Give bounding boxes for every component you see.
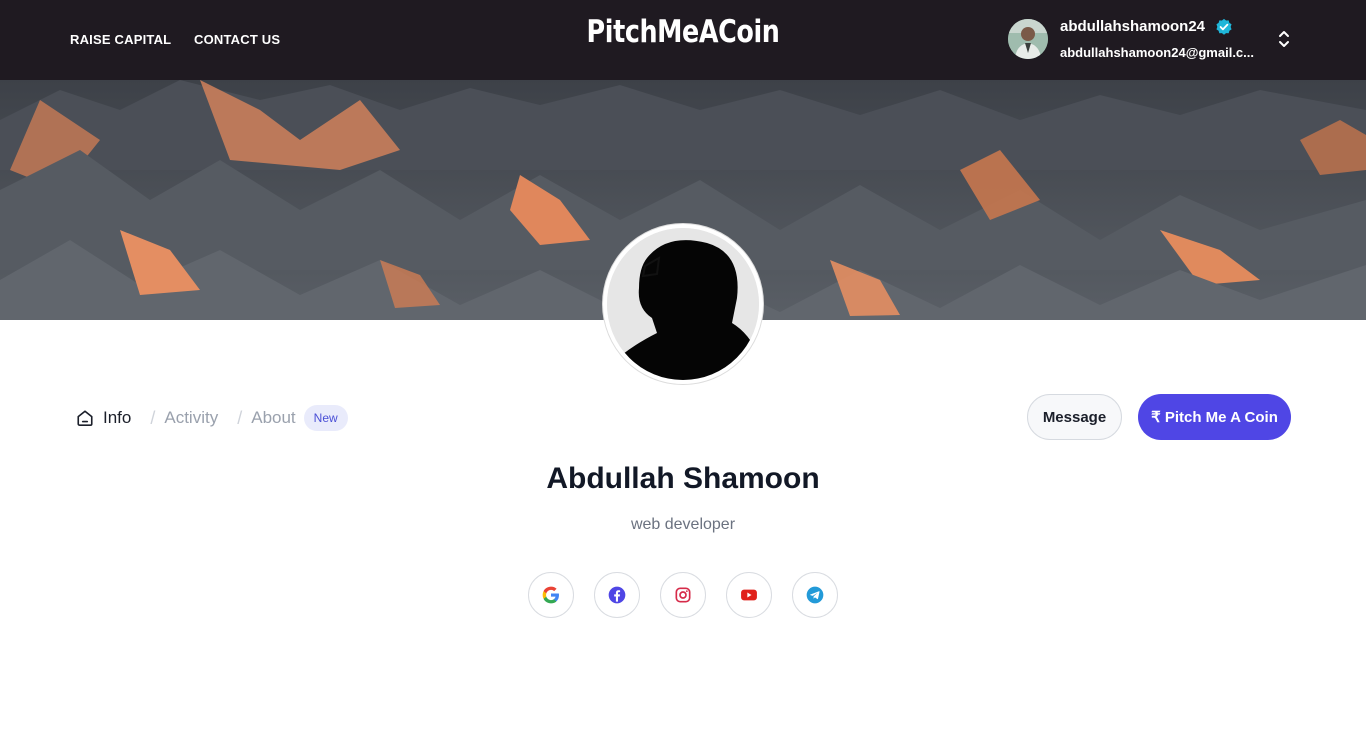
tab-separator: / — [237, 407, 243, 428]
message-button[interactable]: Message — [1027, 394, 1122, 440]
instagram-link-button[interactable] — [660, 572, 706, 618]
profile-photo — [603, 224, 763, 384]
tab-activity[interactable]: Activity — [164, 408, 218, 428]
chevron-up-down-icon[interactable] — [1274, 28, 1294, 50]
facebook-link-button[interactable] — [594, 572, 640, 618]
user-name: abdullahshamoon24 — [1060, 18, 1206, 35]
tab-about[interactable]: About New — [251, 405, 348, 431]
top-navbar: RAISE CAPITAL CONTACT US PitchMeACoin ab… — [0, 0, 1366, 80]
verified-badge-icon — [1216, 18, 1232, 35]
youtube-icon — [741, 589, 757, 601]
tab-activity-label: Activity — [164, 408, 219, 427]
telegram-icon — [806, 586, 824, 604]
google-link-button[interactable] — [528, 572, 574, 618]
tab-info[interactable]: Info — [76, 408, 131, 428]
user-email: abdullahshamoon24@gmail.c... — [1060, 45, 1254, 60]
instagram-icon — [675, 587, 691, 603]
tab-info-label: Info — [103, 408, 132, 427]
facebook-icon — [608, 586, 626, 604]
telegram-link-button[interactable] — [792, 572, 838, 618]
profile-role: web developer — [630, 516, 736, 533]
profile-name: Abdullah Shamoon — [546, 462, 820, 495]
tab-separator: / — [150, 407, 156, 428]
google-icon — [542, 586, 559, 604]
youtube-link-button[interactable] — [726, 572, 772, 618]
social-links — [528, 572, 838, 618]
tab-about-label: About — [251, 408, 296, 427]
user-avatar[interactable] — [1008, 19, 1048, 59]
pitch-me-a-coin-button[interactable]: ₹ Pitch Me A Coin — [1138, 394, 1291, 440]
profile-tabs: Info / Activity / About New — [76, 403, 348, 433]
home-icon — [77, 410, 93, 427]
new-badge: New — [303, 405, 348, 431]
